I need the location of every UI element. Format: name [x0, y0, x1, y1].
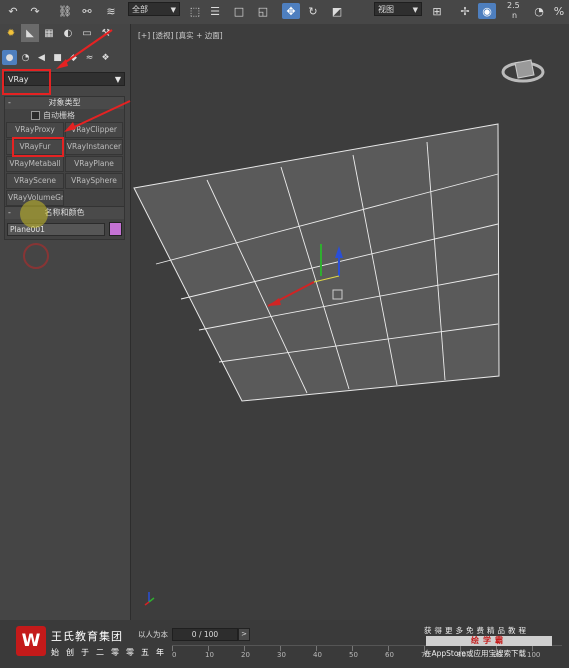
- keyboard-shortcut-icon[interactable]: ◉: [478, 3, 496, 19]
- ruler-label: 20: [241, 651, 250, 659]
- vrayproxy-button[interactable]: VRayProxy: [6, 122, 64, 138]
- ruler-label: 60: [385, 651, 394, 659]
- object-type-title: 对象类型: [48, 98, 81, 107]
- select-manipulate-icon[interactable]: ✢: [456, 3, 474, 19]
- cameras-icon[interactable]: ■: [50, 50, 65, 65]
- main-toolbar: ↶ ↷ ⛓ ⚯ ≋ 全部 ▼ ⬚ ☰ □ ◱ ✥ ↻ ◩ 视图 ▼ ⊞ ✢ ◉ 2.…: [0, 0, 569, 25]
- object-type-header[interactable]: - 对象类型: [5, 97, 124, 109]
- vrayinstancer-button[interactable]: VRayInstancer: [65, 139, 123, 155]
- object-color-swatch[interactable]: [109, 222, 122, 236]
- company-slogan: 始创于二零零五年: [51, 648, 171, 657]
- time-slider[interactable]: 0 / 100: [172, 628, 238, 641]
- window-crossing-icon[interactable]: ◱: [254, 3, 272, 19]
- ruler-label: 50: [349, 651, 358, 659]
- cursor-highlight: [20, 200, 48, 228]
- axis-tripod-icon: [144, 592, 155, 606]
- time-slider-next-icon[interactable]: >: [238, 628, 250, 641]
- create-category-row: ● ◔ ◀ ■ ◆ ≈ ❖: [2, 50, 113, 66]
- command-panel: ✹ ◣ ▦ ◐ ▭ ⚒ ● ◔ ◀ ■ ◆ ≈ ❖ VRay ▼ - 对象类型 自动…: [0, 24, 131, 644]
- undo-icon[interactable]: ↶: [4, 3, 22, 19]
- click-ring: [23, 243, 49, 269]
- vrayclipper-button[interactable]: VRayClipper: [65, 122, 123, 138]
- ruler-label: 100: [527, 651, 541, 659]
- utilities-tab-icon[interactable]: ⚒: [97, 24, 115, 42]
- ruler-label: 40: [313, 651, 322, 659]
- ruler-label: 30: [277, 651, 286, 659]
- vrayplane-button[interactable]: VRayPlane: [65, 156, 123, 172]
- selection-filter-value: 全部: [132, 5, 148, 14]
- reference-coord-value: 视图: [378, 5, 394, 14]
- vraysphere-button[interactable]: VRaySphere: [65, 173, 123, 189]
- shapes-icon[interactable]: ◔: [18, 50, 33, 65]
- space-warps-icon[interactable]: ≈: [82, 50, 97, 65]
- brand-logo-icon: W: [16, 626, 46, 656]
- select-object-icon[interactable]: ⬚: [186, 3, 204, 19]
- pivot-center-icon[interactable]: ⊞: [428, 3, 446, 19]
- systems-icon[interactable]: ❖: [98, 50, 113, 65]
- autogrid-row[interactable]: 自动栅格: [5, 109, 124, 121]
- bind-space-warp-icon[interactable]: ≋: [102, 3, 120, 19]
- ruler-label: 10: [205, 651, 214, 659]
- percent-snap-icon[interactable]: %: [550, 3, 568, 19]
- promo-app-name: 绘学霸: [426, 636, 552, 646]
- object-name-field[interactable]: Plane001: [7, 222, 105, 236]
- rect-selection-icon[interactable]: □: [230, 3, 248, 19]
- company-name: 王氏教育集团: [51, 630, 123, 643]
- create-tab-icon[interactable]: ✹: [2, 24, 20, 42]
- display-tab-icon[interactable]: ▭: [78, 24, 96, 42]
- vrayscene-button[interactable]: VRayScene: [6, 173, 64, 189]
- track-info: 以人为本: [138, 630, 168, 639]
- lights-icon[interactable]: ◀: [34, 50, 49, 65]
- autogrid-checkbox[interactable]: [31, 110, 40, 120]
- ruler-label: 0: [172, 651, 177, 659]
- vrayfur-highlight-box: [12, 137, 64, 157]
- rotate-icon[interactable]: ↻: [304, 3, 322, 19]
- plane-object: [133, 123, 500, 402]
- hierarchy-tab-icon[interactable]: ▦: [40, 24, 58, 42]
- reference-coord-dropdown[interactable]: 视图 ▼: [374, 2, 422, 16]
- helpers-icon[interactable]: ◆: [66, 50, 81, 65]
- move-icon[interactable]: ✥: [282, 3, 300, 19]
- promo-line-3: 在AppStore或应用宝搜索下载: [424, 649, 526, 658]
- promo-line-1: 获得更多免费精品教程: [424, 626, 529, 635]
- bottom-bar: W 王氏教育集团 始创于二零零五年 以人为本 0 / 100 > 0 10 20…: [0, 620, 569, 668]
- select-by-name-icon[interactable]: ☰: [206, 3, 224, 19]
- selection-filter-dropdown[interactable]: 全部 ▼: [128, 2, 180, 16]
- viewport-scene: [133, 59, 545, 606]
- viewcube-icon: [501, 59, 545, 83]
- snap-toggle-sub: n: [512, 11, 518, 20]
- angle-snap-icon[interactable]: ◔: [530, 3, 548, 19]
- object-type-buttons: VRayProxy VRayClipper VRayFur VRayInstan…: [5, 121, 124, 206]
- unlink-icon[interactable]: ⚯: [78, 3, 96, 19]
- name-color-title: 名称和颜色: [44, 208, 85, 217]
- scale-icon[interactable]: ◩: [328, 3, 346, 19]
- command-panel-tabs: ✹ ◣ ▦ ◐ ▭ ⚒: [2, 24, 115, 44]
- redo-icon[interactable]: ↷: [26, 3, 44, 19]
- category-highlight-box: [2, 69, 51, 95]
- geometry-icon[interactable]: ●: [2, 50, 17, 65]
- modify-tab-icon[interactable]: ◣: [21, 24, 39, 42]
- motion-tab-icon[interactable]: ◐: [59, 24, 77, 42]
- autogrid-label: 自动栅格: [43, 110, 75, 120]
- perspective-viewport[interactable]: [+] [透视] [真实 + 边面]: [131, 24, 569, 620]
- snap-toggle-label[interactable]: 2.5: [507, 1, 520, 10]
- vraymetaball-button[interactable]: VRayMetaball: [6, 156, 64, 172]
- link-icon[interactable]: ⛓: [56, 3, 74, 19]
